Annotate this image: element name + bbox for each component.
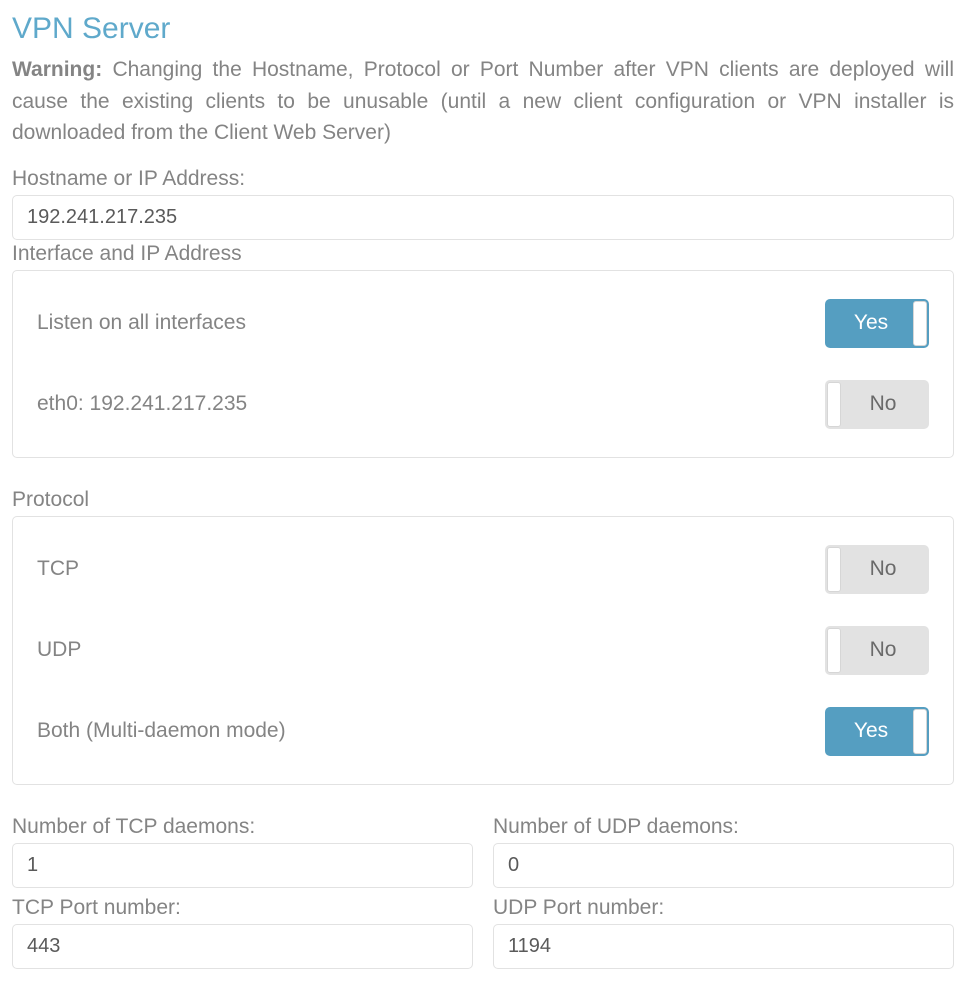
udp-daemons-input[interactable]: [493, 843, 954, 888]
tcp-port-label: TCP Port number:: [12, 896, 473, 920]
toggle-eth0[interactable]: No: [825, 380, 929, 429]
toggle-handle: [913, 709, 927, 754]
toggle-listen-all[interactable]: Yes: [825, 299, 929, 348]
page-title: VPN Server: [12, 12, 954, 46]
hostname-input[interactable]: [12, 195, 954, 240]
interface-row-eth0: eth0: 192.241.217.235 No: [37, 364, 929, 435]
interface-row-all-label: Listen on all interfaces: [37, 311, 246, 335]
udp-port-label: UDP Port number:: [493, 896, 954, 920]
interface-row-all: Listen on all interfaces Yes: [37, 293, 929, 364]
toggle-tcp[interactable]: No: [825, 545, 929, 594]
toggle-handle: [913, 301, 927, 346]
tcp-daemons-label: Number of TCP daemons:: [12, 815, 473, 839]
protocol-row-tcp: TCP No: [37, 539, 929, 610]
udp-port-input[interactable]: [493, 924, 954, 969]
toggle-label: No: [858, 638, 897, 662]
toggle-handle: [827, 628, 841, 673]
protocol-row-both: Both (Multi-daemon mode) Yes: [37, 691, 929, 762]
hostname-label: Hostname or IP Address:: [12, 167, 954, 191]
toggle-label: No: [858, 557, 897, 581]
warning-label: Warning:: [12, 58, 102, 81]
toggle-udp[interactable]: No: [825, 626, 929, 675]
toggle-label: Yes: [854, 719, 900, 743]
toggle-both[interactable]: Yes: [825, 707, 929, 756]
toggle-handle: [827, 382, 841, 427]
warning-message: Warning: Changing the Hostname, Protocol…: [12, 54, 954, 149]
tcp-port-input[interactable]: [12, 924, 473, 969]
toggle-label: No: [858, 392, 897, 416]
protocol-row-udp-label: UDP: [37, 638, 81, 662]
toggle-handle: [827, 547, 841, 592]
warning-body: Changing the Hostname, Protocol or Port …: [12, 58, 954, 144]
toggle-label: Yes: [854, 311, 900, 335]
tcp-daemons-input[interactable]: [12, 843, 473, 888]
udp-daemons-label: Number of UDP daemons:: [493, 815, 954, 839]
protocol-row-tcp-label: TCP: [37, 557, 79, 581]
interface-row-eth0-label: eth0: 192.241.217.235: [37, 392, 247, 416]
protocol-panel: TCP No UDP No Both (Multi-daemon mode) Y…: [12, 516, 954, 785]
interface-section-label: Interface and IP Address: [12, 242, 954, 266]
protocol-section-label: Protocol: [12, 488, 954, 512]
protocol-row-both-label: Both (Multi-daemon mode): [37, 719, 286, 743]
interface-panel: Listen on all interfaces Yes eth0: 192.2…: [12, 270, 954, 458]
protocol-row-udp: UDP No: [37, 610, 929, 691]
